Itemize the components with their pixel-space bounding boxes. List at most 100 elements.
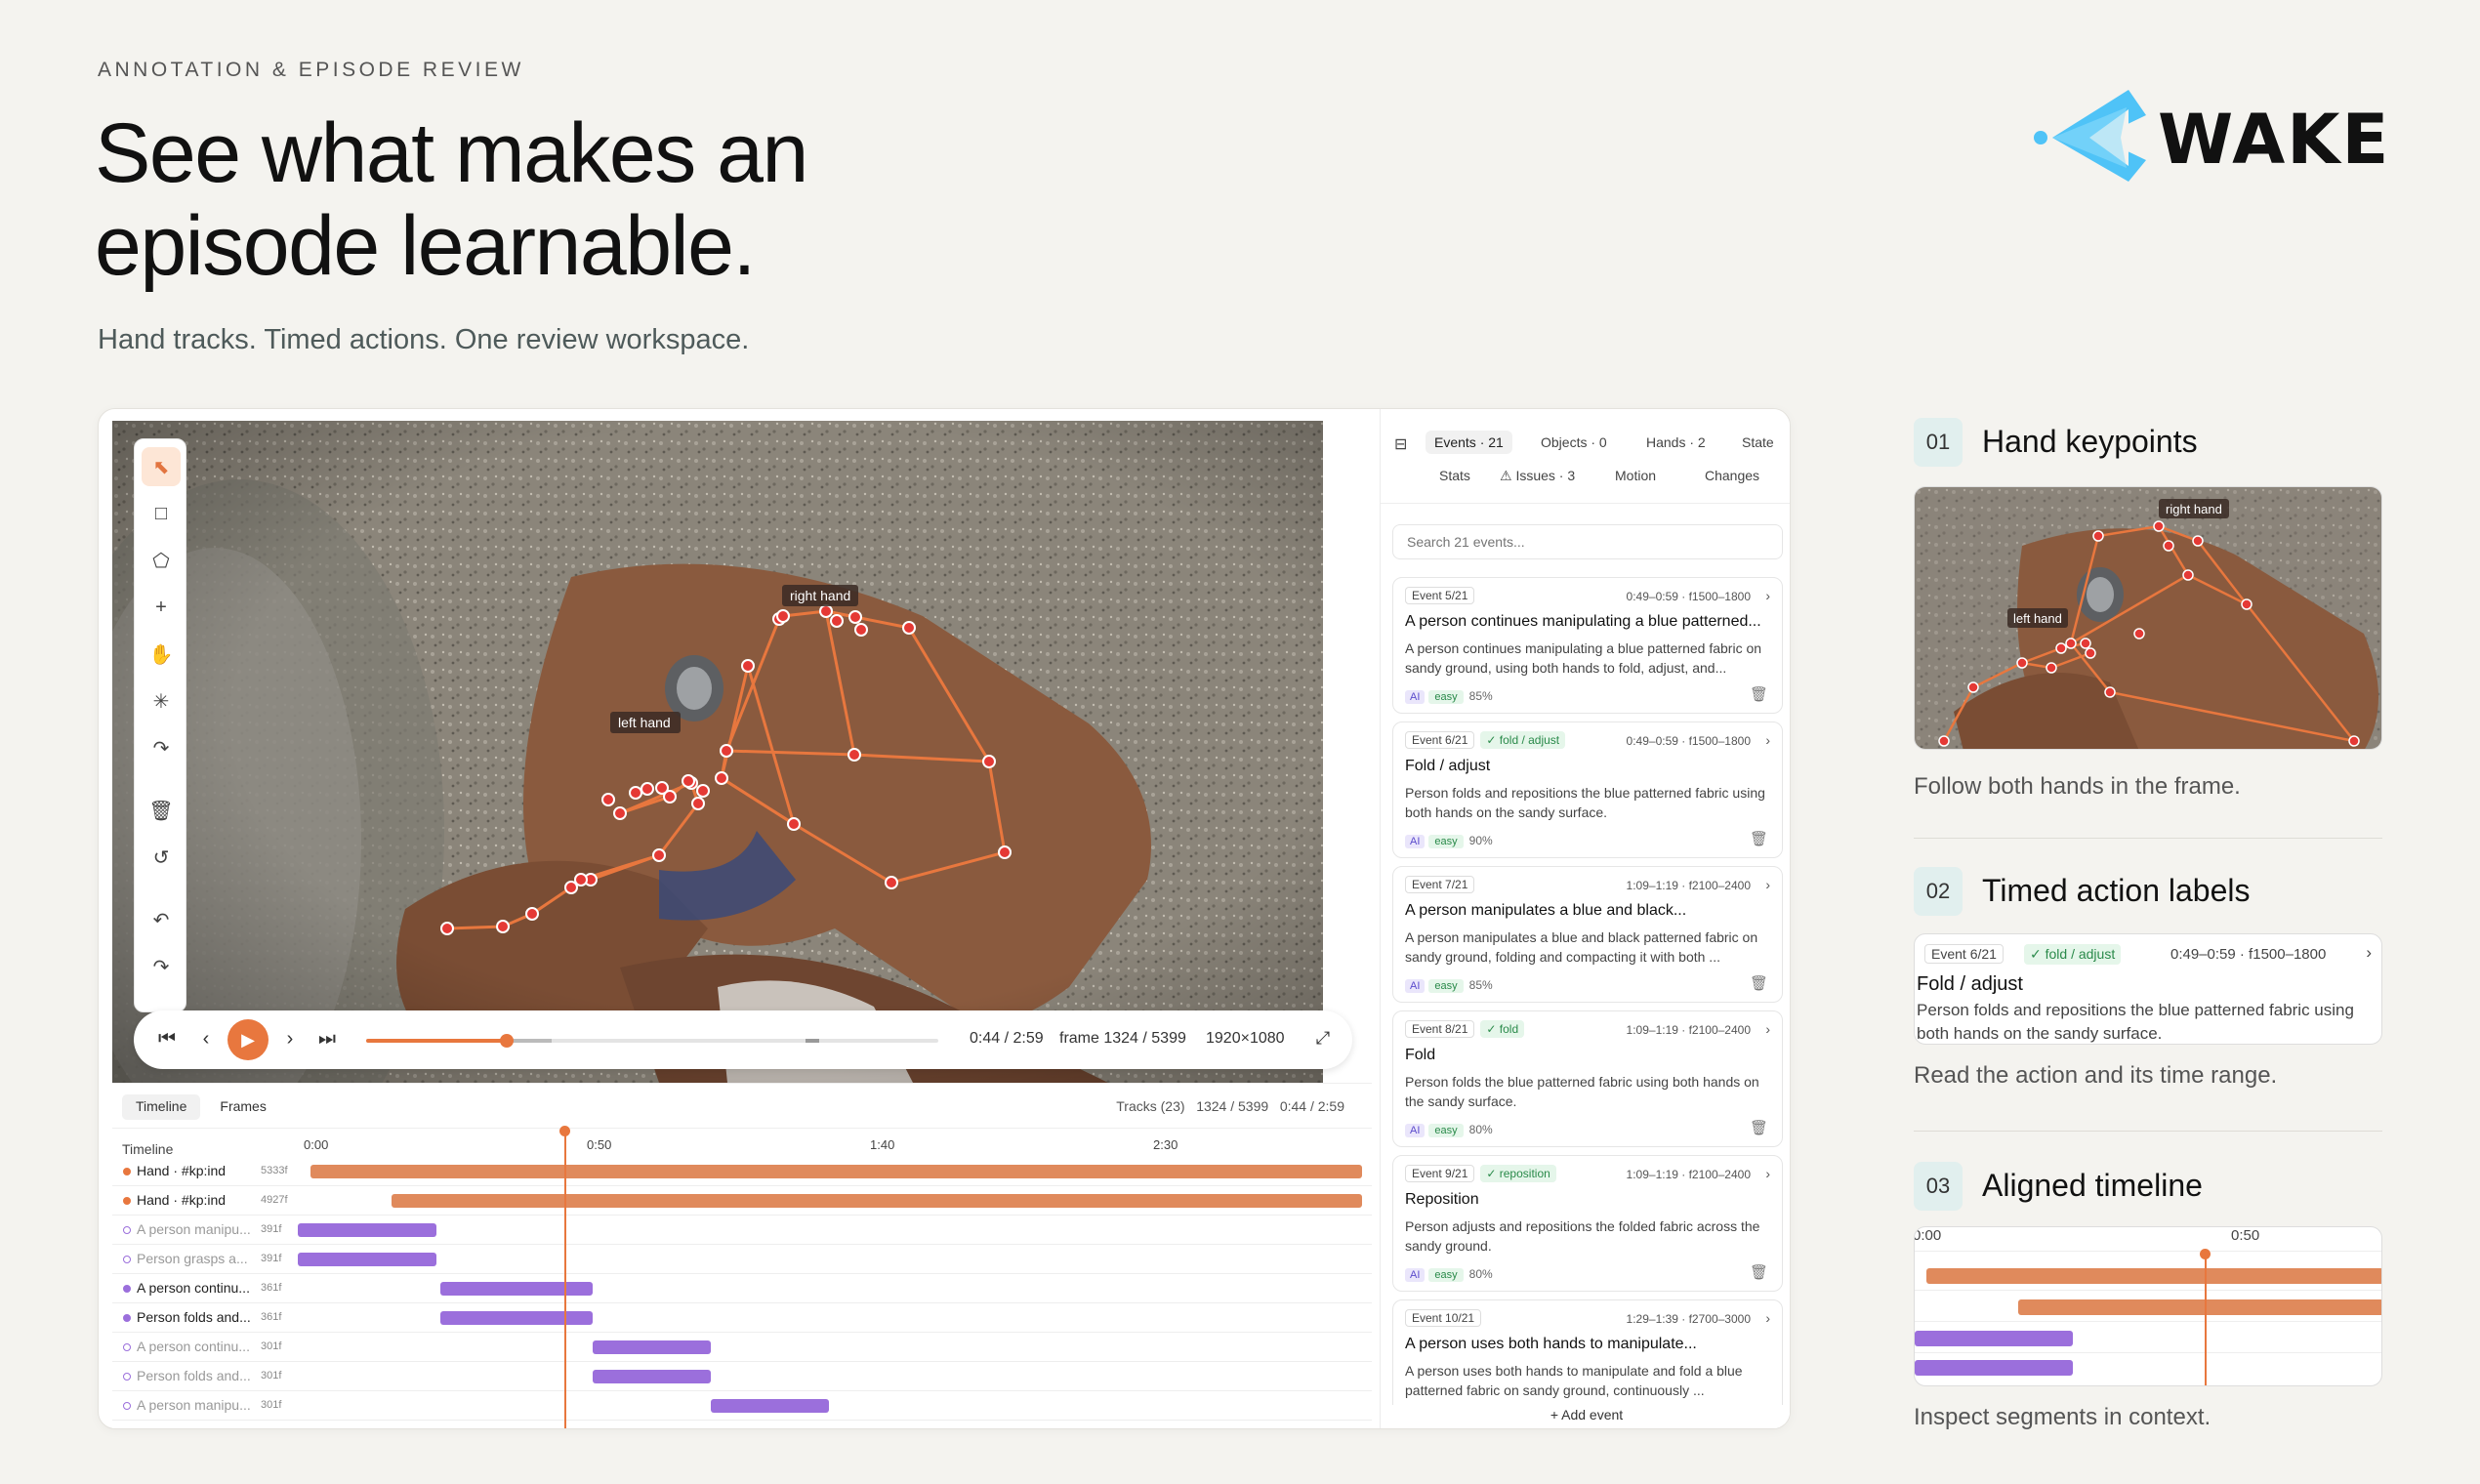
- tab-state[interactable]: State: [1742, 434, 1774, 450]
- tab-hands[interactable]: Hands · 2: [1646, 434, 1706, 450]
- polygon-icon[interactable]: ⬠: [142, 541, 181, 580]
- redo-arrow-icon[interactable]: ↷: [142, 728, 181, 767]
- skip-end-icon[interactable]: ⏭: [315, 1028, 339, 1051]
- event-card[interactable]: Event 5/21 0:49–0:59 · f1500–1800 › A perso…: [1392, 577, 1783, 714]
- undo-icon[interactable]: ↶: [142, 900, 181, 939]
- play-button[interactable]: ▶: [227, 1019, 269, 1060]
- ai-badge: AI: [1405, 1124, 1426, 1137]
- warning-icon: ⚠: [1500, 468, 1516, 483]
- track-segment-bar[interactable]: [298, 1223, 436, 1237]
- timeline-track-row[interactable]: Person folds and... 361f: [112, 1303, 1372, 1333]
- plus-icon[interactable]: +: [142, 588, 181, 627]
- reset-icon[interactable]: ↺: [142, 838, 181, 877]
- tab-issues[interactable]: ⚠ Issues · 3: [1500, 468, 1575, 484]
- track-segment-bar[interactable]: [710, 1399, 829, 1413]
- timeline-track-row[interactable]: A person manipu... 301f: [112, 1391, 1372, 1421]
- chevron-right-icon[interactable]: ›: [2366, 943, 2372, 963]
- delete-event-icon[interactable]: 🗑: [1750, 1263, 1768, 1281]
- track-segment-bar[interactable]: [440, 1282, 593, 1296]
- headline: See what makes an episode learnable.: [95, 107, 808, 293]
- timeline-track-row[interactable]: Person grasps a... 391f: [112, 1245, 1372, 1274]
- magic-icon[interactable]: ✳: [142, 681, 181, 721]
- timeline-panel: Timeline Frames Tracks (23) 1324 / 5399 …: [112, 1083, 1372, 1428]
- event-description: A person uses both hands to manipulate a…: [1405, 1363, 1743, 1398]
- difficulty-badge: easy: [1428, 1124, 1464, 1137]
- tab-changes[interactable]: Changes: [1705, 468, 1759, 483]
- eyebrow-label: ANNOTATION & EPISODE REVIEW: [98, 59, 524, 81]
- track-color-dot: [123, 1226, 131, 1234]
- delete-event-icon[interactable]: 🗑: [1750, 974, 1768, 992]
- tab-motion[interactable]: Motion: [1615, 468, 1656, 483]
- square-icon[interactable]: □: [142, 494, 181, 533]
- tab-stats[interactable]: Stats: [1439, 468, 1470, 483]
- event-card[interactable]: Event 6/21 ✓ fold / adjust 0:49–0:59 · f15…: [1392, 721, 1783, 858]
- track-name: Person grasps a...: [137, 1251, 248, 1266]
- delete-event-icon[interactable]: 🗑: [1750, 830, 1768, 847]
- tick-label: 0:50: [587, 1137, 612, 1152]
- difficulty-badge: easy: [1428, 690, 1464, 704]
- timeline-track-row[interactable]: Person folds and... 301f: [112, 1362, 1372, 1391]
- event-card[interactable]: Event 9/21 ✓ reposition 1:09–1:19 · f2100–…: [1392, 1155, 1783, 1292]
- timeline-track-row[interactable]: Hand · #kp:ind 5333f: [112, 1157, 1372, 1186]
- add-event-button[interactable]: + Add event: [1381, 1405, 1790, 1428]
- timeline-track-row[interactable]: A person continu... 361f: [112, 1274, 1372, 1303]
- timeline-track-row[interactable]: A person manipu... 391f: [112, 1216, 1372, 1245]
- ai-badge: AI: [1405, 979, 1426, 993]
- cursor-icon[interactable]: ⬉: [142, 447, 181, 486]
- event-search-input[interactable]: [1392, 524, 1783, 559]
- chevron-right-icon[interactable]: ›: [1765, 588, 1770, 603]
- event-card[interactable]: Event 7/21 1:09–1:19 · f2100–2400 › A perso…: [1392, 866, 1783, 1003]
- track-color-dot: [123, 1285, 131, 1293]
- track-segment-bar[interactable]: [310, 1165, 1362, 1178]
- divider: [1914, 1131, 2382, 1132]
- delete-event-icon[interactable]: 🗑: [1750, 685, 1768, 703]
- hand-icon[interactable]: ✋: [142, 635, 181, 674]
- feature-caption: Follow both hands in the frame.: [1914, 773, 2241, 800]
- track-name: Hand · #kp:ind: [137, 1163, 227, 1178]
- tab-timeline[interactable]: Timeline: [122, 1094, 201, 1120]
- track-segment-bar[interactable]: [298, 1253, 436, 1266]
- timeline-track-row[interactable]: A person continu... 301f: [112, 1333, 1372, 1362]
- skip-start-icon[interactable]: ⏮: [155, 1028, 179, 1051]
- track-color-dot: [123, 1343, 131, 1351]
- scrub-handle[interactable]: [499, 1034, 514, 1048]
- right-hand-label: right hand: [790, 588, 850, 603]
- event-id-chip: Event 10/21: [1405, 1309, 1482, 1327]
- event-id-chip: Event 6/21: [1924, 944, 2004, 964]
- video-frame[interactable]: right hand left hand: [112, 421, 1323, 1083]
- event-title: Reposition: [1405, 1191, 1479, 1208]
- chevron-right-icon[interactable]: ›: [1765, 1166, 1770, 1181]
- prev-frame-icon[interactable]: ‹: [194, 1028, 218, 1051]
- track-segment-bar[interactable]: [391, 1194, 1362, 1208]
- fullscreen-icon[interactable]: ⤢: [1311, 1028, 1335, 1049]
- track-segment-bar[interactable]: [592, 1370, 711, 1383]
- delete-event-icon[interactable]: 🗑: [1750, 1119, 1768, 1136]
- redo-icon[interactable]: ↷: [142, 947, 181, 986]
- tab-objects[interactable]: Objects · 0: [1541, 434, 1607, 450]
- trash-icon[interactable]: 🗑: [142, 791, 181, 830]
- tab-events[interactable]: Events · 21: [1426, 431, 1512, 454]
- chevron-right-icon[interactable]: ›: [1765, 1021, 1770, 1037]
- event-description: Person folds the blue patterned fabric u…: [1405, 1074, 1759, 1109]
- event-id-chip: Event 5/21: [1405, 587, 1475, 604]
- chevron-right-icon[interactable]: ›: [1765, 732, 1770, 748]
- feature-title: Aligned timeline: [1982, 1168, 2203, 1203]
- action-tag: ✓ reposition: [1480, 1165, 1556, 1182]
- tab-frames[interactable]: Frames: [206, 1094, 279, 1120]
- scrub-track[interactable]: [366, 1034, 938, 1048]
- playhead[interactable]: [564, 1130, 566, 1428]
- action-tag: ✓ fold / adjust: [2024, 944, 2122, 965]
- track-segment-bar[interactable]: [592, 1340, 711, 1354]
- track-segment-bar[interactable]: [440, 1311, 593, 1325]
- chevron-right-icon[interactable]: ›: [1765, 1310, 1770, 1326]
- hand-keypoints-thumbnail: right hand left hand: [1914, 486, 2382, 750]
- next-frame-icon[interactable]: ›: [278, 1028, 302, 1051]
- chevron-right-icon[interactable]: ›: [1765, 877, 1770, 892]
- feature-number: 02: [1914, 867, 1963, 916]
- timeline-track-row[interactable]: Hand · #kp:ind 4927f: [112, 1186, 1372, 1216]
- event-title: Fold / adjust: [1405, 758, 1491, 774]
- track-color-dot: [123, 1402, 131, 1410]
- event-card[interactable]: Event 8/21 ✓ fold 1:09–1:19 · f2100–2400 › F…: [1392, 1010, 1783, 1147]
- panel-collapse-icon[interactable]: ⊟: [1394, 434, 1407, 454]
- mini-playhead: [2205, 1253, 2207, 1385]
